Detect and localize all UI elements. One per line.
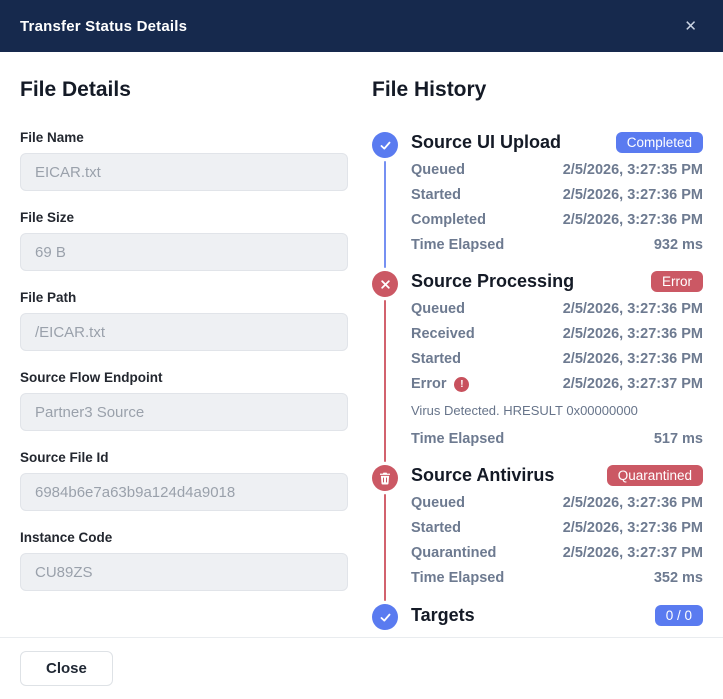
modal-footer: Close xyxy=(0,637,723,699)
timeline-rail xyxy=(372,604,398,630)
file-name-input xyxy=(20,153,348,191)
status-badge: Completed xyxy=(616,132,703,153)
modal-header: Transfer Status Details ✕ xyxy=(0,0,723,52)
file-history-heading: File History xyxy=(372,78,703,102)
row-value: 2/5/2026, 3:27:36 PM xyxy=(563,322,703,347)
entry-title: Source UI Upload xyxy=(411,132,561,153)
instance-code-label: Instance Code xyxy=(20,530,348,545)
row-value: 2/5/2026, 3:27:36 PM xyxy=(563,516,703,541)
field-file-size: File Size xyxy=(20,210,348,271)
row-value: 2/5/2026, 3:27:36 PM xyxy=(563,491,703,516)
row-label: Received xyxy=(411,322,475,347)
timeline-rail xyxy=(372,465,398,604)
row-value: 2/5/2026, 3:27:36 PM xyxy=(563,183,703,208)
history-row: Received 2/5/2026, 3:27:36 PM xyxy=(411,322,703,347)
field-source-flow-endpoint: Source Flow Endpoint xyxy=(20,370,348,431)
timeline-connector xyxy=(384,300,386,462)
status-badge: Error xyxy=(651,271,703,292)
file-details-section: File Details File Name File Size File Pa… xyxy=(20,78,348,637)
status-badge: Quarantined xyxy=(607,465,703,486)
entry-title: Source Processing xyxy=(411,271,574,292)
row-label: Time Elapsed xyxy=(411,566,504,591)
close-button[interactable]: Close xyxy=(20,651,113,686)
x-icon xyxy=(372,271,398,297)
row-label: Error xyxy=(411,372,446,397)
file-size-input xyxy=(20,233,348,271)
row-label: Queued xyxy=(411,297,465,322)
source-flow-endpoint-label: Source Flow Endpoint xyxy=(20,370,348,385)
file-history-section: File History Source UI Upload Completed … xyxy=(372,78,703,637)
file-size-label: File Size xyxy=(20,210,348,225)
entry-content: Targets 0 / 0 xyxy=(411,604,703,630)
history-row-error: Error ! 2/5/2026, 3:27:37 PM xyxy=(411,372,703,397)
history-row: Time Elapsed 932 ms xyxy=(411,233,703,258)
history-row: Started 2/5/2026, 3:27:36 PM xyxy=(411,347,703,372)
modal-body: File Details File Name File Size File Pa… xyxy=(0,52,723,637)
timeline-entry-source-processing: Source Processing Error Queued 2/5/2026,… xyxy=(372,271,703,465)
row-label: Time Elapsed xyxy=(411,233,504,258)
history-row: Time Elapsed 352 ms xyxy=(411,566,703,591)
row-label: Completed xyxy=(411,208,486,233)
row-value: 2/5/2026, 3:27:36 PM xyxy=(563,297,703,322)
source-file-id-label: Source File Id xyxy=(20,450,348,465)
history-row: Quarantined 2/5/2026, 3:27:37 PM xyxy=(411,541,703,566)
timeline-connector xyxy=(384,161,386,268)
row-label: Queued xyxy=(411,491,465,516)
row-label: Time Elapsed xyxy=(411,427,504,452)
history-row: Queued 2/5/2026, 3:27:36 PM xyxy=(411,491,703,516)
file-details-heading: File Details xyxy=(20,78,348,102)
check-icon xyxy=(372,604,398,630)
error-message: Virus Detected. HRESULT 0x00000000 xyxy=(411,403,703,418)
history-row: Time Elapsed 517 ms xyxy=(411,427,703,452)
timeline-rail xyxy=(372,271,398,465)
file-path-input xyxy=(20,313,348,351)
row-label: Queued xyxy=(411,158,465,183)
timeline-entry-source-antivirus: Source Antivirus Quarantined Queued 2/5/… xyxy=(372,465,703,604)
row-value: 517 ms xyxy=(654,427,703,452)
trash-icon xyxy=(372,465,398,491)
timeline-connector xyxy=(384,494,386,601)
history-row: Queued 2/5/2026, 3:27:36 PM xyxy=(411,297,703,322)
row-value: 932 ms xyxy=(654,233,703,258)
entry-title: Targets xyxy=(411,605,475,626)
field-file-path: File Path xyxy=(20,290,348,351)
file-name-label: File Name xyxy=(20,130,348,145)
row-label: Started xyxy=(411,347,461,372)
row-label: Started xyxy=(411,183,461,208)
row-value: 352 ms xyxy=(654,566,703,591)
row-value: 2/5/2026, 3:27:36 PM xyxy=(563,208,703,233)
field-instance-code: Instance Code xyxy=(20,530,348,591)
timeline-entry-source-ui-upload: Source UI Upload Completed Queued 2/5/20… xyxy=(372,132,703,271)
entry-content: Source UI Upload Completed Queued 2/5/20… xyxy=(411,132,703,271)
row-value: 2/5/2026, 3:27:35 PM xyxy=(563,158,703,183)
timeline-rail xyxy=(372,132,398,271)
check-icon xyxy=(372,132,398,158)
transfer-status-modal: Transfer Status Details ✕ File Details F… xyxy=(0,0,723,699)
close-icon[interactable]: ✕ xyxy=(678,15,703,38)
file-path-label: File Path xyxy=(20,290,348,305)
entry-content: Source Processing Error Queued 2/5/2026,… xyxy=(411,271,703,465)
source-flow-endpoint-input xyxy=(20,393,348,431)
instance-code-input xyxy=(20,553,348,591)
history-row: Started 2/5/2026, 3:27:36 PM xyxy=(411,516,703,541)
field-source-file-id: Source File Id xyxy=(20,450,348,511)
entry-title: Source Antivirus xyxy=(411,465,554,486)
field-file-name: File Name xyxy=(20,130,348,191)
row-label: Quarantined xyxy=(411,541,496,566)
modal-title: Transfer Status Details xyxy=(20,18,187,35)
history-row: Started 2/5/2026, 3:27:36 PM xyxy=(411,183,703,208)
source-file-id-input xyxy=(20,473,348,511)
error-exclamation-icon: ! xyxy=(454,377,469,392)
timeline-entry-targets: Targets 0 / 0 xyxy=(372,604,703,630)
history-row: Completed 2/5/2026, 3:27:36 PM xyxy=(411,208,703,233)
row-label: Started xyxy=(411,516,461,541)
targets-count-badge: 0 / 0 xyxy=(655,605,703,626)
row-value: 2/5/2026, 3:27:36 PM xyxy=(563,347,703,372)
row-value: 2/5/2026, 3:27:37 PM xyxy=(563,541,703,566)
entry-content: Source Antivirus Quarantined Queued 2/5/… xyxy=(411,465,703,604)
history-row: Queued 2/5/2026, 3:27:35 PM xyxy=(411,158,703,183)
row-value: 2/5/2026, 3:27:37 PM xyxy=(563,372,703,397)
